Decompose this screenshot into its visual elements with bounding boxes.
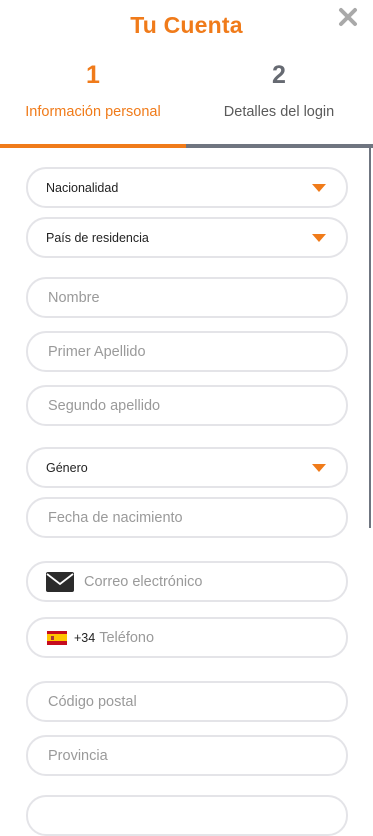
input-placeholder: Fecha de nacimiento	[48, 509, 183, 526]
postal-code-input[interactable]: Código postal	[26, 681, 348, 722]
scrollbar-track[interactable]	[369, 148, 371, 528]
step-indicator: 1 Información personal 2 Detalles del lo…	[0, 56, 373, 148]
first-surname-input[interactable]: Primer Apellido	[26, 331, 348, 372]
modal-header: Tu Cuenta	[0, 0, 373, 56]
nationality-select[interactable]: Nacionalidad	[26, 167, 348, 208]
step-number: 2	[272, 61, 286, 89]
select-label: País de residencia	[46, 230, 149, 245]
phone-input[interactable]: +34 Teléfono	[26, 617, 348, 658]
email-input[interactable]: Correo electrónico	[26, 561, 348, 602]
input-placeholder: Provincia	[48, 747, 108, 764]
step-number: 1	[86, 61, 100, 89]
step-label: Detalles del login	[223, 104, 335, 120]
next-field-input[interactable]	[26, 795, 348, 836]
close-icon[interactable]	[337, 6, 359, 28]
input-placeholder: Correo electrónico	[84, 573, 203, 590]
step-progress-bar	[0, 144, 373, 148]
birth-date-input[interactable]: Fecha de nacimiento	[26, 497, 348, 538]
input-placeholder: Nombre	[48, 289, 100, 306]
step-login-details[interactable]: 2 Detalles del login	[186, 56, 372, 120]
input-placeholder: Primer Apellido	[48, 343, 146, 360]
country-of-residence-select[interactable]: País de residencia	[26, 217, 348, 258]
step-personal-info[interactable]: 1 Información personal	[0, 56, 186, 120]
chevron-down-icon	[312, 233, 326, 242]
second-surname-input[interactable]: Segundo apellido	[26, 385, 348, 426]
spain-flag-icon[interactable]	[47, 630, 67, 645]
input-placeholder: Segundo apellido	[48, 397, 161, 414]
progress-inactive	[186, 144, 373, 148]
progress-active	[0, 144, 186, 148]
select-label: Nacionalidad	[46, 180, 119, 195]
chevron-down-icon	[312, 463, 326, 472]
province-input[interactable]: Provincia	[26, 735, 348, 776]
page-title: Tu Cuenta	[130, 12, 243, 38]
mail-icon	[46, 571, 74, 592]
select-label: Género	[46, 460, 88, 475]
gender-select[interactable]: Género	[26, 447, 348, 488]
input-placeholder: Teléfono	[99, 629, 155, 646]
phone-prefix[interactable]: +34	[67, 631, 95, 645]
first-name-input[interactable]: Nombre	[26, 277, 348, 318]
input-placeholder: Código postal	[48, 693, 137, 710]
step-label: Información personal	[25, 104, 161, 120]
chevron-down-icon	[312, 183, 326, 192]
